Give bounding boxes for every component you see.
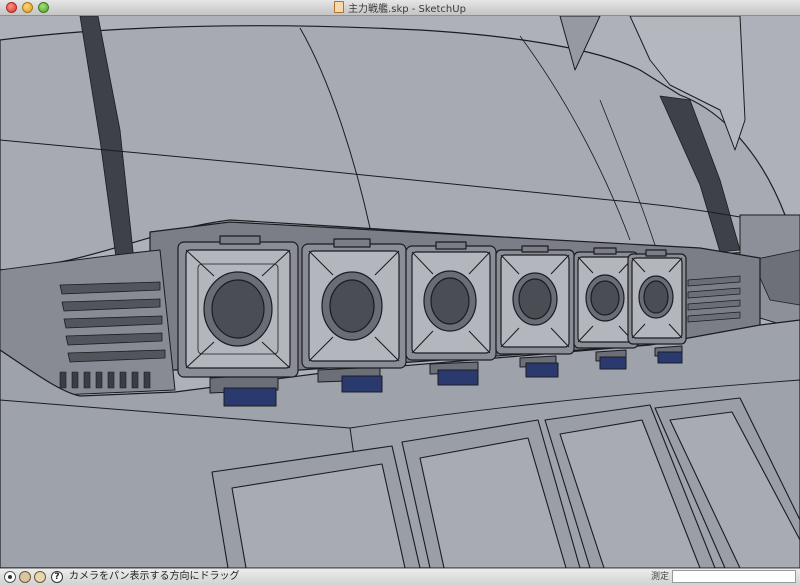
document-icon <box>334 1 345 13</box>
status-hint: カメラをパン表示する方向にドラッグ <box>69 571 240 582</box>
geolocation-icon[interactable] <box>4 571 16 583</box>
signin-icon[interactable] <box>34 571 46 583</box>
sketchup-window: 主力戦艦.skp - SketchUp ? カメラをパン表示する方向にドラッグ … <box>0 0 800 585</box>
measurements-label: 測定 <box>651 572 670 582</box>
title-bar[interactable]: 主力戦艦.skp - SketchUp <box>0 0 800 16</box>
turret-6 <box>627 249 687 345</box>
help-icon[interactable]: ? <box>51 571 63 583</box>
measurements-input[interactable] <box>672 570 796 583</box>
turret-3 <box>405 241 497 361</box>
turret-1 <box>177 235 299 378</box>
model-viewport[interactable] <box>0 16 800 568</box>
window-title: 主力戦艦.skp - SketchUp <box>0 1 800 17</box>
status-bar: ? カメラをパン表示する方向にドラッグ 測定 <box>0 568 800 585</box>
turret-2 <box>301 238 407 369</box>
credits-icon[interactable] <box>19 571 31 583</box>
window-title-text: 主力戦艦.skp - SketchUp <box>348 4 466 15</box>
turret-4 <box>495 245 575 355</box>
